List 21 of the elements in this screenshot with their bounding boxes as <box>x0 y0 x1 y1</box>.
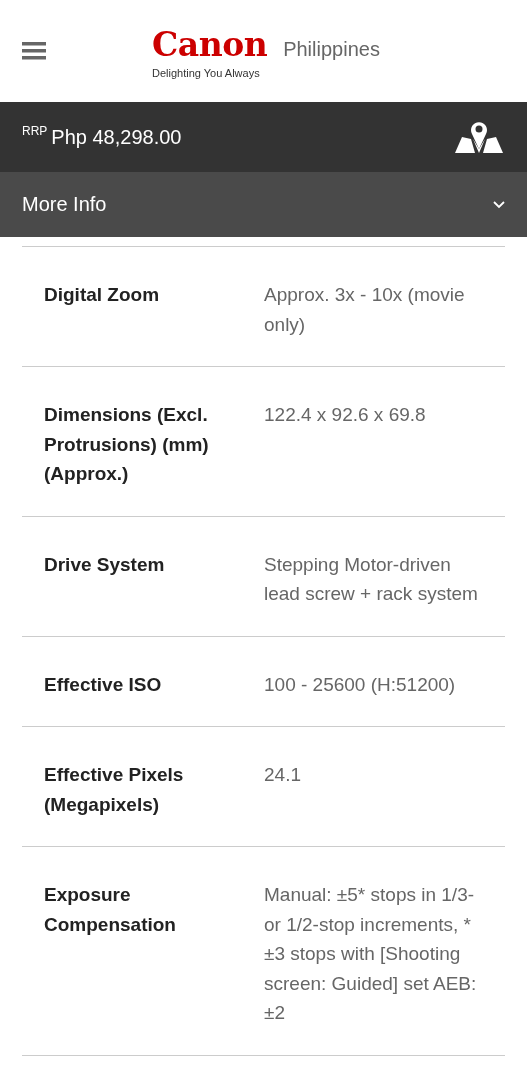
more-info-toggle[interactable]: More Info <box>0 172 527 237</box>
spec-value: 122.4 x 92.6 x 69.8 <box>264 403 427 427</box>
spec-value: 100 - 25600 (H:51200) <box>264 672 457 697</box>
menu-icon[interactable] <box>22 42 46 60</box>
spec-label: Dimensions (Excl. Protrusions) (mm) (Approx.) <box>43 403 210 486</box>
spec-label: Digital Zoom <box>43 283 161 307</box>
spec-label: Effective Pixels (Megapixels) <box>43 763 185 817</box>
region-name: Philippines <box>283 37 380 61</box>
chevron-down-icon <box>493 200 505 209</box>
tagline: Delighting You Always <box>152 66 261 79</box>
spec-label: Exposure Compensation <box>43 883 177 937</box>
spec-value: Manual: ±5* stops in 1/3- or 1/2-stop increments, * ±3 stops with [Shooting screen: Guided] set AEB: ±2 <box>264 883 478 1025</box>
spec-label: Drive System <box>43 552 166 577</box>
spec-label: Effective ISO <box>43 672 163 697</box>
logo[interactable]: Canon <box>152 27 268 61</box>
rrp-label: RRP <box>22 123 48 138</box>
price: Php 48,298.00 <box>51 125 182 149</box>
spec-value: Approx. 3x - 10x (movie only) <box>264 283 466 337</box>
spec-value: 24.1 <box>264 763 302 787</box>
map-pin-icon[interactable] <box>453 119 505 155</box>
spec-value: Stepping Motor-driven lead screw + rack system <box>264 552 479 606</box>
